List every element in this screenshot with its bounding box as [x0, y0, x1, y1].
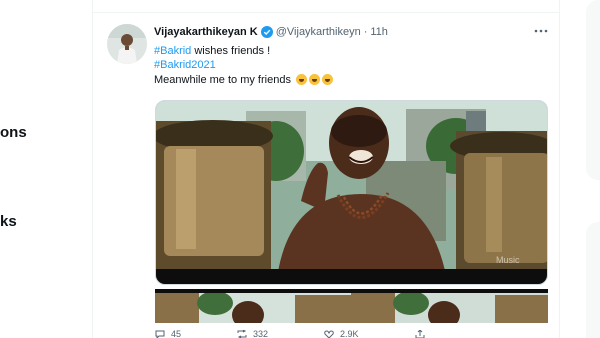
- verified-icon: [260, 26, 273, 38]
- laughing-emoji-icon: [309, 74, 321, 85]
- reply-count: 45: [171, 329, 182, 338]
- retweet-count: 332: [253, 329, 269, 338]
- tweet-line-3: Meanwhile me to my friends: [154, 72, 334, 88]
- reply-icon: [155, 330, 165, 338]
- reply-button[interactable]: 45: [155, 329, 182, 338]
- tweet-line-2: #Bakrid2021: [154, 59, 333, 73]
- retweet-button[interactable]: 332: [237, 329, 269, 338]
- tweet-media-image-2[interactable]: [155, 289, 548, 323]
- tweet-text: #Bakrid wishes friends ! #Bakrid2021 Mea…: [154, 45, 334, 88]
- sidebar-card: [586, 0, 600, 180]
- retweet-icon: [237, 330, 247, 338]
- tweet-header: Vijayakarthikeyan K @Vijaykarthikeyn · 1…: [154, 26, 388, 38]
- tweet-media-image[interactable]: Music: [155, 100, 548, 285]
- share-icon: [415, 330, 425, 338]
- tweet-text-fragment: Meanwhile me to my friends: [154, 74, 291, 86]
- laughing-emoji-icon: [322, 74, 334, 85]
- separator-dot: ·: [363, 26, 368, 38]
- like-icon: [324, 330, 334, 338]
- like-count: 2.9K: [340, 329, 359, 338]
- media-watermark: Music: [496, 255, 520, 265]
- left-nav: ons ks: [0, 0, 92, 338]
- tweet-text-fragment: wishes friends !: [191, 45, 271, 57]
- nav-item-fragment: [0, 167, 4, 181]
- hashtag-link[interactable]: #Bakrid2021: [154, 59, 216, 71]
- tweet-actions: 45 332 2.9K: [155, 329, 548, 338]
- avatar[interactable]: [107, 24, 147, 64]
- laughing-emoji-icon: [296, 74, 308, 85]
- divider: [93, 12, 559, 13]
- timeline-column: Vijayakarthikeyan K @Vijaykarthikeyn · 1…: [92, 0, 560, 338]
- hashtag-link[interactable]: #Bakrid: [154, 45, 191, 57]
- timestamp[interactable]: 11h: [370, 26, 388, 38]
- nav-item-notifications[interactable]: ons: [0, 124, 27, 141]
- tweet-line-1: #Bakrid wishes friends !: [154, 45, 333, 59]
- nav-item-bookmarks[interactable]: ks: [0, 213, 17, 230]
- more-icon[interactable]: [533, 24, 549, 36]
- author-name[interactable]: Vijayakarthikeyan K: [154, 26, 258, 38]
- like-button[interactable]: 2.9K: [324, 329, 359, 338]
- nav-item-messages[interactable]: [0, 167, 6, 181]
- share-button[interactable]: [415, 330, 431, 338]
- sidebar-card: [586, 222, 600, 338]
- author-handle[interactable]: @Vijaykarthikeyn: [276, 26, 361, 38]
